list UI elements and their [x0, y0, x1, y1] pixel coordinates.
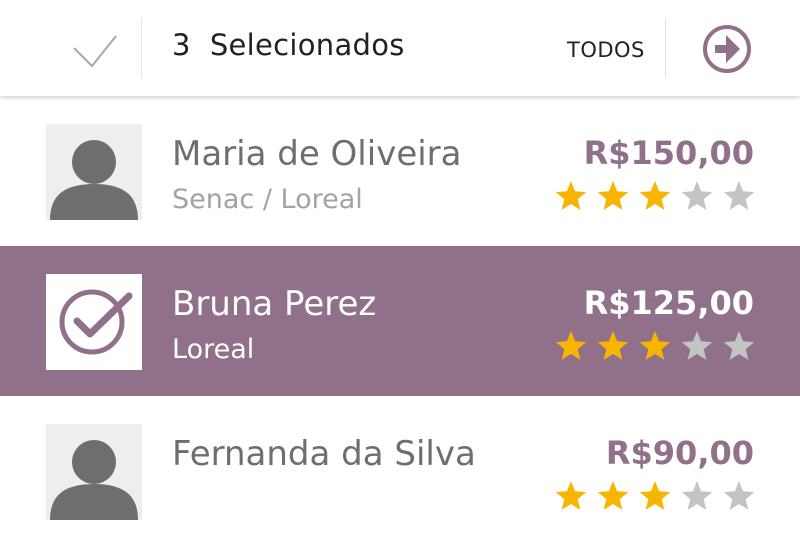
rating-stars — [555, 181, 755, 210]
user-placeholder-icon — [50, 140, 138, 220]
user-placeholder-icon — [50, 440, 138, 520]
rating-stars — [555, 331, 755, 360]
app-header: 3 Selecionados TODOS — [0, 0, 800, 96]
selection-count-title: 3 Selecionados — [172, 28, 405, 62]
avatar[interactable] — [46, 124, 142, 220]
arrow-right-circle-icon — [703, 25, 751, 73]
star-icon — [555, 331, 587, 360]
checkmark-icon — [73, 35, 117, 68]
star-icon — [723, 481, 755, 510]
star-icon — [639, 331, 671, 360]
list-item[interactable]: Bruna Perez Loreal R$125,00 — [0, 246, 800, 396]
professional-affiliation: Senac / Loreal — [172, 184, 363, 215]
star-icon — [597, 331, 629, 360]
star-icon — [681, 181, 713, 210]
price-label: R$150,00 — [583, 134, 754, 172]
professional-affiliation: Loreal — [172, 334, 255, 365]
header-divider — [141, 18, 142, 78]
star-icon — [639, 481, 671, 510]
professional-name: Fernanda da Silva — [172, 434, 476, 474]
deselect-all-button[interactable] — [66, 26, 122, 72]
check-circle-icon — [59, 289, 133, 355]
star-icon — [639, 181, 671, 210]
star-icon — [597, 481, 629, 510]
star-icon — [597, 181, 629, 210]
list-item[interactable]: Maria de Oliveira Senac / Loreal R$150,00 — [0, 96, 800, 246]
star-icon — [723, 181, 755, 210]
star-icon — [555, 481, 587, 510]
selected-label: Selecionados — [209, 28, 405, 62]
star-icon — [681, 481, 713, 510]
selected-count: 3 — [172, 28, 191, 62]
next-button[interactable] — [701, 23, 753, 75]
list-item[interactable]: Fernanda da Silva R$90,00 — [0, 396, 800, 546]
rating-stars — [555, 481, 755, 510]
price-label: R$125,00 — [583, 284, 754, 322]
price-label: R$90,00 — [605, 434, 754, 472]
select-all-button[interactable]: TODOS — [567, 38, 645, 62]
star-icon — [555, 181, 587, 210]
star-icon — [723, 331, 755, 360]
professional-name: Maria de Oliveira — [172, 134, 462, 174]
avatar[interactable] — [46, 424, 142, 520]
selected-check-icon[interactable] — [46, 274, 142, 370]
header-divider — [665, 18, 666, 78]
star-icon — [681, 331, 713, 360]
professional-name: Bruna Perez — [172, 284, 377, 324]
professional-list: Maria de Oliveira Senac / Loreal R$150,00 B… — [0, 96, 800, 546]
